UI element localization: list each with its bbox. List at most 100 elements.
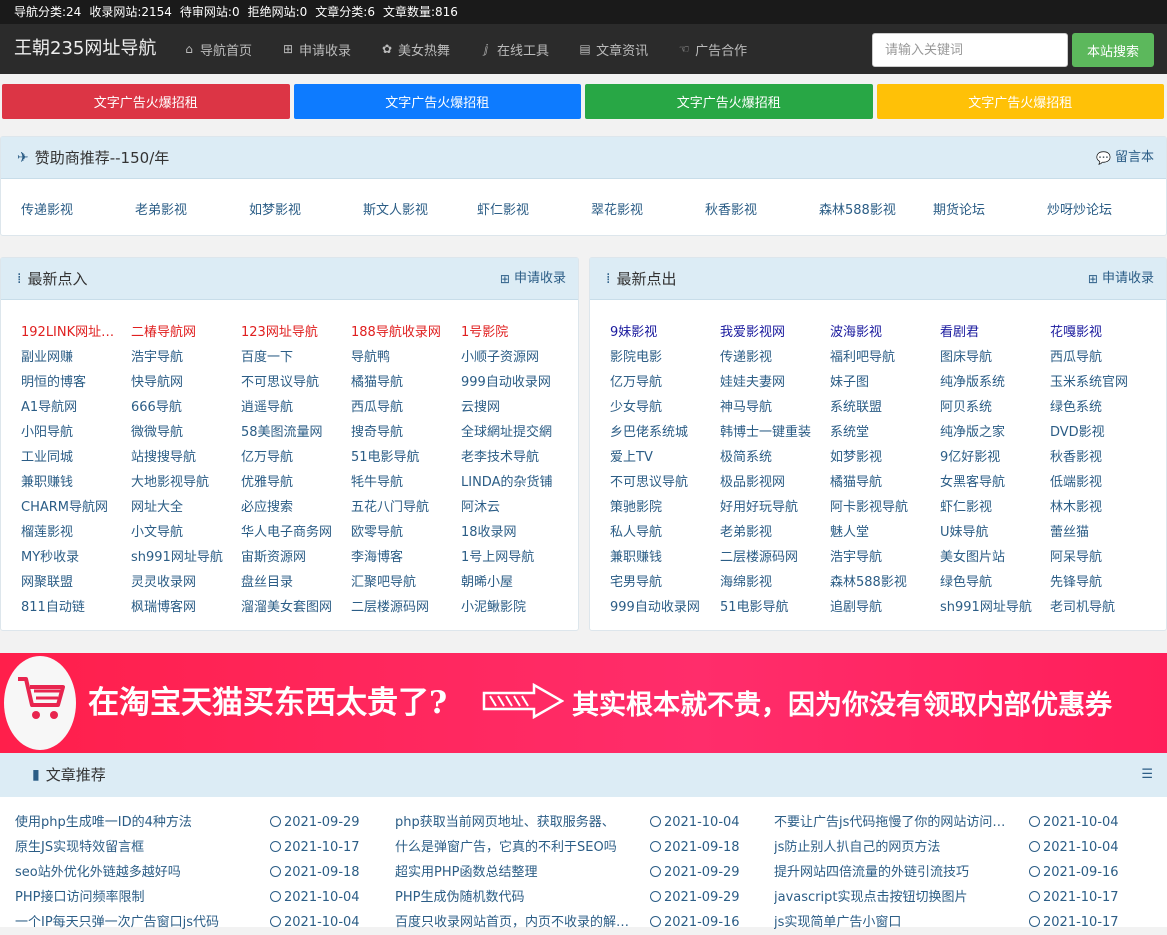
site-link[interactable]: 51电影导航 (351, 445, 461, 470)
article-link[interactable]: 不要让广告js代码拖慢了你的网站访问速度 (774, 810, 1014, 835)
site-link[interactable]: 大地影视导航 (131, 470, 241, 495)
apply-listing-link[interactable]: ⊞ 申请收录 (1088, 258, 1154, 300)
site-link[interactable]: 海绵影视 (720, 570, 830, 595)
site-link[interactable]: 二椿导航网 (131, 320, 241, 345)
site-link[interactable]: 1号上网导航 (461, 545, 571, 570)
site-link[interactable]: 老弟影视 (720, 520, 830, 545)
site-link[interactable]: 123网址导航 (241, 320, 351, 345)
site-link[interactable]: 51电影导航 (720, 595, 830, 620)
text-ad-button[interactable]: 文字广告火爆招租 (2, 84, 290, 119)
site-link[interactable]: 绿色系统 (1050, 395, 1160, 420)
site-brand[interactable]: 王朝235网址导航 (14, 24, 156, 74)
site-link[interactable]: 网址大全 (131, 495, 241, 520)
site-link[interactable]: 花嘎影视 (1050, 320, 1160, 345)
site-link[interactable]: U妹导航 (940, 520, 1050, 545)
sponsor-link[interactable]: 炒呀炒论坛 (1047, 199, 1161, 218)
site-link[interactable]: 灵灵收录网 (131, 570, 241, 595)
site-link[interactable]: 秋香影视 (1050, 445, 1160, 470)
site-link[interactable]: 影院电影 (610, 345, 720, 370)
sponsor-link[interactable]: 虾仁影视 (477, 199, 591, 218)
site-link[interactable]: 神马导航 (720, 395, 830, 420)
site-link[interactable]: 五花八门导航 (351, 495, 461, 520)
site-link[interactable]: 传递影视 (720, 345, 830, 370)
site-link[interactable]: 乡巴佬系统城 (610, 420, 720, 445)
site-link[interactable]: 18收录网 (461, 520, 571, 545)
article-link[interactable]: js实现简单广告小窗口 (774, 910, 1014, 935)
sponsor-link[interactable]: 秋香影视 (705, 199, 819, 218)
site-link[interactable]: 9妹影视 (610, 320, 720, 345)
sponsor-link[interactable]: 期货论坛 (933, 199, 1047, 218)
nav-item[interactable]: ▤ 文章资讯 (578, 24, 648, 74)
article-link[interactable]: 使用php生成唯一ID的4种方法 (15, 810, 255, 835)
site-link[interactable]: 极简系统 (720, 445, 830, 470)
site-link[interactable]: 私人导航 (610, 520, 720, 545)
site-link[interactable]: sh991网址导航 (940, 595, 1050, 620)
text-ad-button[interactable]: 文字广告火爆招租 (585, 84, 873, 119)
nav-item[interactable]: ⊞ 申请收录 (281, 24, 351, 74)
apply-listing-link[interactable]: ⊞ 申请收录 (500, 258, 566, 300)
site-link[interactable]: 宅男导航 (610, 570, 720, 595)
site-link[interactable]: 188导航收录网 (351, 320, 461, 345)
site-link[interactable]: 盘丝目录 (241, 570, 351, 595)
site-link[interactable]: 快导航网 (131, 370, 241, 395)
site-link[interactable]: 朝晞小屋 (461, 570, 571, 595)
site-link[interactable]: 橘猫导航 (830, 470, 940, 495)
site-link[interactable]: 二层楼源码网 (720, 545, 830, 570)
site-link[interactable]: 少女导航 (610, 395, 720, 420)
site-link[interactable]: 999自动收录网 (610, 595, 720, 620)
site-link[interactable]: 小顺子资源网 (461, 345, 571, 370)
site-link[interactable]: 逍遥导航 (241, 395, 351, 420)
site-link[interactable]: 导航鸭 (351, 345, 461, 370)
article-link[interactable]: 提升网站四倍流量的外链引流技巧 (774, 860, 1014, 885)
site-link[interactable]: 极品影视网 (720, 470, 830, 495)
sponsor-link[interactable]: 如梦影视 (249, 199, 363, 218)
site-link[interactable]: 工业同城 (21, 445, 131, 470)
site-link[interactable]: 森林588影视 (830, 570, 940, 595)
site-link[interactable]: 韩博士一键重装 (720, 420, 830, 445)
site-link[interactable]: 妹子图 (830, 370, 940, 395)
site-link[interactable]: 看剧君 (940, 320, 1050, 345)
site-link[interactable]: 宙斯资源网 (241, 545, 351, 570)
site-link[interactable]: 汇聚吧导航 (351, 570, 461, 595)
site-link[interactable]: 全球網址提交網 (461, 420, 571, 445)
site-link[interactable]: DVD影视 (1050, 420, 1160, 445)
site-link[interactable]: 58美图流量网 (241, 420, 351, 445)
site-link[interactable]: LINDA的杂货铺 (461, 470, 571, 495)
site-link[interactable]: 搜奇导航 (351, 420, 461, 445)
site-link[interactable]: MY秒收录 (21, 545, 131, 570)
site-link[interactable]: 玉米系统官网 (1050, 370, 1160, 395)
site-link[interactable]: 666导航 (131, 395, 241, 420)
site-link[interactable]: 如梦影视 (830, 445, 940, 470)
site-link[interactable]: 192LINK网址导航 (21, 320, 131, 345)
site-link[interactable]: 阿贝系统 (940, 395, 1050, 420)
site-link[interactable]: 追剧导航 (830, 595, 940, 620)
site-link[interactable]: 福利吧导航 (830, 345, 940, 370)
site-link[interactable]: CHARM导航网 (21, 495, 131, 520)
site-link[interactable]: 999自动收录网 (461, 370, 571, 395)
site-link[interactable]: 兼职赚钱 (610, 545, 720, 570)
site-link[interactable]: 浩宇导航 (830, 545, 940, 570)
site-link[interactable]: 好用好玩导航 (720, 495, 830, 520)
site-link[interactable]: 我爱影视网 (720, 320, 830, 345)
site-link[interactable]: 副业网赚 (21, 345, 131, 370)
article-link[interactable]: js防止别人扒自己的网页方法 (774, 835, 1014, 860)
sponsor-link[interactable]: 传递影视 (21, 199, 135, 218)
site-link[interactable]: 绿色导航 (940, 570, 1050, 595)
article-link[interactable]: 超实用PHP函数总结整理 (395, 860, 635, 885)
site-link[interactable]: 老司机导航 (1050, 595, 1160, 620)
text-ad-button[interactable]: 文字广告火爆招租 (876, 84, 1164, 119)
site-link[interactable]: 微微导航 (131, 420, 241, 445)
nav-item[interactable]: ✿ 美女热舞 (380, 24, 450, 74)
article-link[interactable]: php获取当前网页地址、获取服务器、 (395, 810, 635, 835)
site-link[interactable]: 阿呆导航 (1050, 545, 1160, 570)
site-link[interactable]: 系统联盟 (830, 395, 940, 420)
site-link[interactable]: 纯净版之家 (940, 420, 1050, 445)
site-link[interactable]: 西瓜导航 (1050, 345, 1160, 370)
site-link[interactable]: 不可思议导航 (610, 470, 720, 495)
site-link[interactable]: 兼职赚钱 (21, 470, 131, 495)
nav-item[interactable]: ⅉ 在线工具 (479, 24, 549, 74)
site-link[interactable]: 网聚联盟 (21, 570, 131, 595)
site-link[interactable]: 橘猫导航 (351, 370, 461, 395)
coupon-banner[interactable]: 在淘宝天猫买东西太贵了? 其实根本就不贵，因为你没有领取内部优惠券 (0, 653, 1167, 753)
site-link[interactable]: 小阳导航 (21, 420, 131, 445)
